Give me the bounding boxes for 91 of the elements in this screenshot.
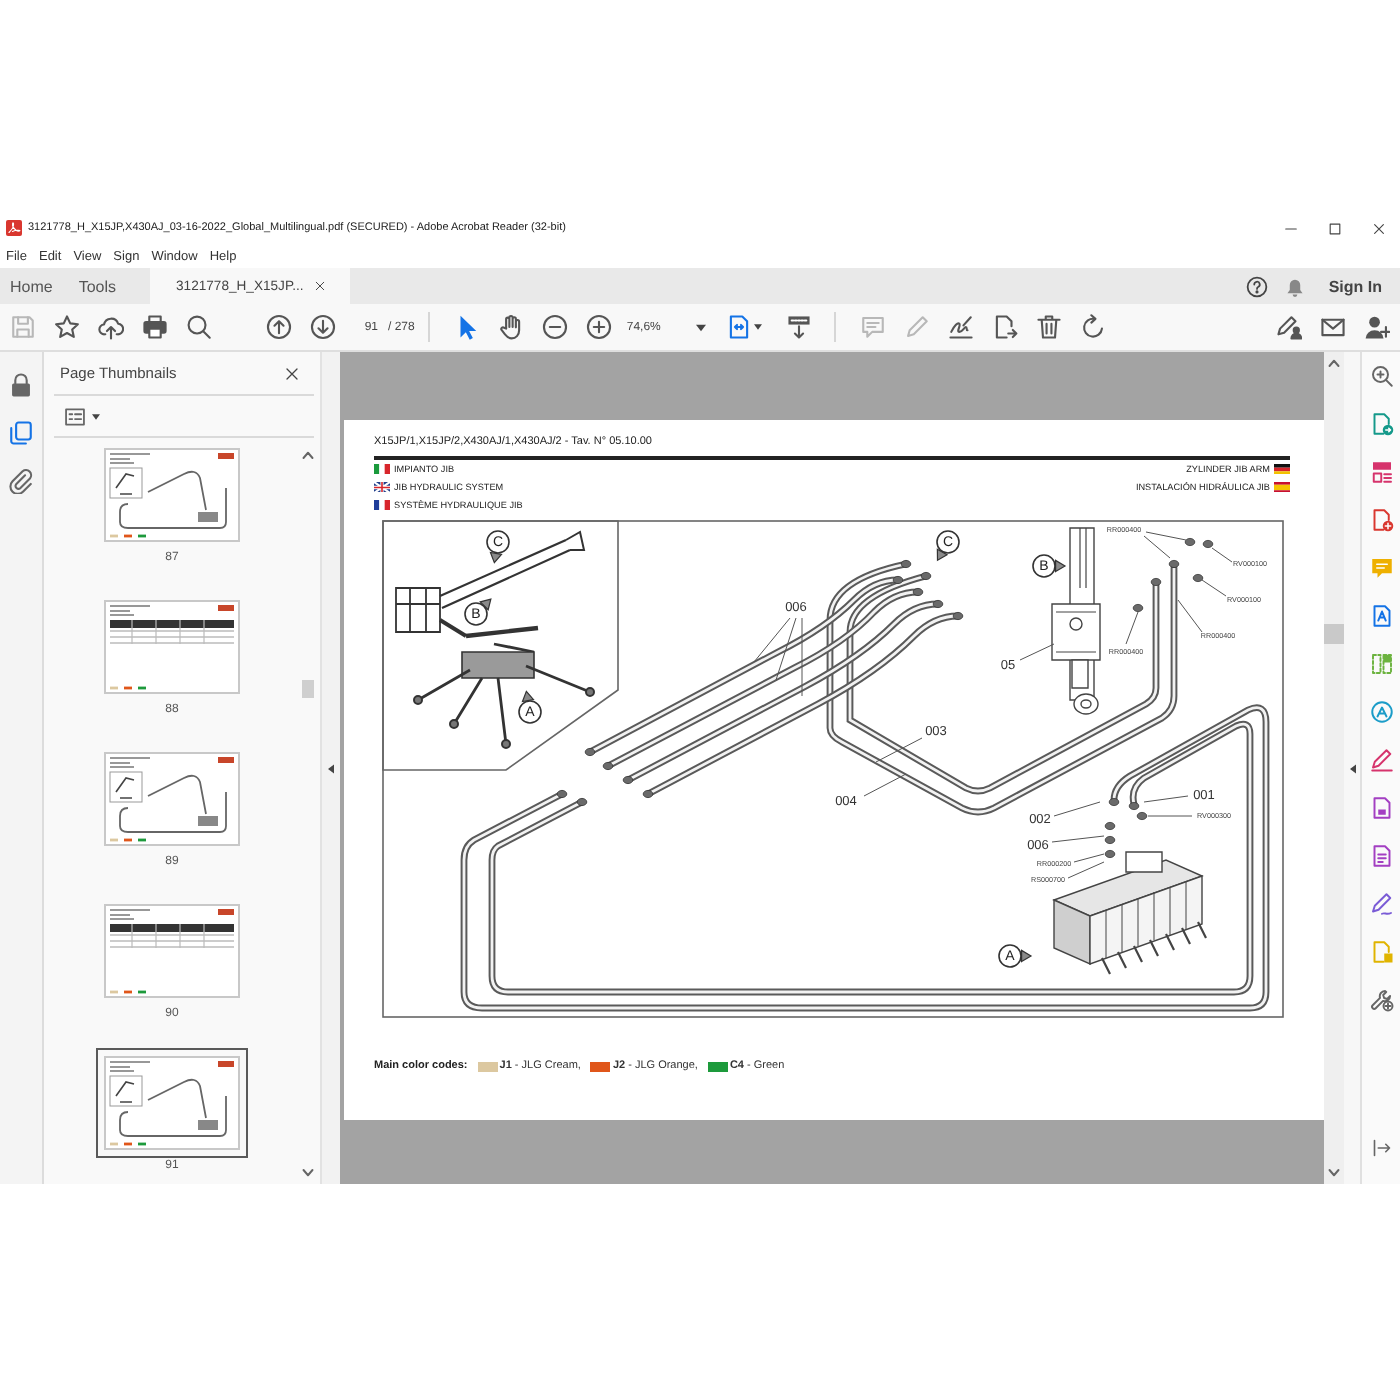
list-view-icon xyxy=(64,405,86,427)
scrollbar[interactable] xyxy=(1324,352,1344,1184)
page-thumbnails-button[interactable] xyxy=(5,420,37,446)
caret-down-icon xyxy=(695,323,706,331)
pen-icon xyxy=(1275,314,1301,340)
zoom-out-icon xyxy=(541,314,568,340)
help-icon xyxy=(1246,275,1269,297)
paperclip-icon xyxy=(8,468,34,494)
document-icon xyxy=(1369,796,1393,820)
caret-left-icon xyxy=(328,763,334,773)
pen-icon xyxy=(1369,892,1393,916)
document-badge-icon xyxy=(1369,940,1393,964)
scroll-mode-icon xyxy=(785,314,812,340)
page-preview-drawing xyxy=(104,1056,240,1150)
cloud-upload-icon xyxy=(97,314,123,340)
page-preview-drawing xyxy=(104,600,240,694)
pdf-file-icon xyxy=(6,220,22,236)
trash-icon xyxy=(1035,314,1062,340)
document-export-icon xyxy=(991,314,1018,340)
germany-flag-icon xyxy=(1274,463,1290,475)
sign-in-button[interactable]: Sign In xyxy=(1328,277,1382,295)
document-text-icon xyxy=(1369,844,1393,868)
bell-icon xyxy=(1284,275,1307,297)
lock-icon xyxy=(8,372,34,398)
collapse-handle[interactable] xyxy=(1344,352,1360,1184)
leader-line xyxy=(1143,795,1189,803)
page-preview-drawing xyxy=(104,752,240,846)
zoom-in-icon xyxy=(585,314,612,340)
help-button[interactable] xyxy=(1246,275,1269,297)
arrow-up-circle-icon xyxy=(265,314,291,340)
leader-line xyxy=(1147,815,1193,817)
caret-down-icon xyxy=(754,324,763,330)
scroll-down-icon xyxy=(302,1168,314,1178)
document-edit-icon xyxy=(1369,604,1393,628)
hose-fitting xyxy=(1132,604,1144,612)
pen-icon xyxy=(903,314,930,340)
leader-line xyxy=(1051,835,1105,843)
layout-icon xyxy=(1369,460,1393,484)
spain-flag-icon xyxy=(1274,481,1290,493)
magnifier-icon xyxy=(1369,364,1393,388)
caret-down-icon xyxy=(92,413,100,419)
notifications-button[interactable] xyxy=(1284,275,1307,297)
france-flag-icon xyxy=(374,499,390,511)
speech-bubble-icon xyxy=(1369,556,1393,580)
dashed-document-icon xyxy=(1369,652,1393,676)
leader-line xyxy=(1053,801,1101,817)
page-thumbnail[interactable] xyxy=(96,1048,248,1158)
close-icon xyxy=(284,365,300,381)
floppy-disk-icon xyxy=(9,314,35,340)
leader-line xyxy=(1019,643,1055,661)
speech-bubble-icon xyxy=(859,314,886,340)
scroll-down-icon xyxy=(1328,1168,1340,1178)
pages-icon xyxy=(8,420,34,446)
badge-icon xyxy=(1369,700,1393,724)
scroll-up-icon xyxy=(1328,358,1340,368)
page-preview-drawing xyxy=(104,448,240,542)
caret-left-icon xyxy=(1349,763,1355,773)
italy-flag-icon xyxy=(374,463,390,475)
leader-line xyxy=(875,737,923,763)
close-icon xyxy=(1371,221,1385,235)
scroll-thumb[interactable] xyxy=(302,680,314,698)
tab[interactable]: Tools xyxy=(68,268,133,304)
leader-line xyxy=(1211,547,1233,563)
fit-page-icon xyxy=(726,314,753,340)
hand-icon xyxy=(497,314,524,340)
star-icon xyxy=(53,314,79,340)
attachments-button[interactable] xyxy=(5,468,37,494)
printer-icon xyxy=(141,314,167,340)
uk-flag-icon xyxy=(374,481,390,493)
pen-icon xyxy=(1369,748,1393,772)
envelope-icon xyxy=(1319,314,1345,340)
close-icon xyxy=(313,280,326,292)
rotate-icon xyxy=(1079,314,1106,340)
leader-line xyxy=(1125,611,1139,645)
tab[interactable]: Home xyxy=(0,268,69,304)
wrench-icon xyxy=(1369,988,1393,1012)
scroll-thumb[interactable] xyxy=(1324,624,1344,644)
document-plus-icon xyxy=(1369,508,1393,532)
signature-icon xyxy=(947,314,974,340)
scroll-up-icon xyxy=(302,450,314,460)
close-panel-button[interactable] xyxy=(282,363,302,383)
search-icon xyxy=(185,314,211,340)
page-preview-drawing xyxy=(104,904,240,998)
leader-line xyxy=(863,773,907,797)
arrow-down-circle-icon xyxy=(309,314,335,340)
collapse-handle[interactable] xyxy=(320,352,340,1184)
maximize-icon xyxy=(1327,221,1341,235)
add-user-icon xyxy=(1363,314,1389,340)
leader-line xyxy=(801,617,803,697)
expand-panel-icon xyxy=(1371,1138,1391,1158)
document-arrow-icon xyxy=(1369,412,1393,436)
